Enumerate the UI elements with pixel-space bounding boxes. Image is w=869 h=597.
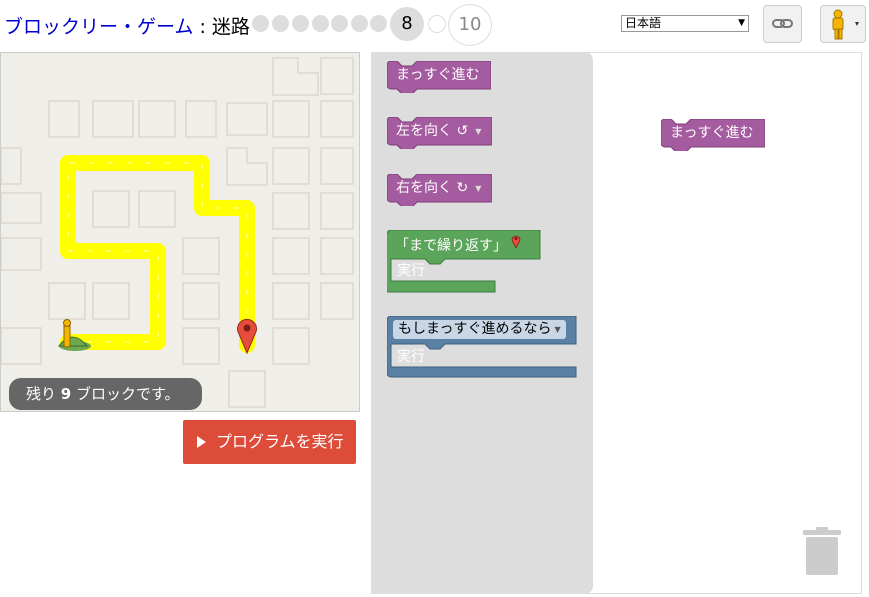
language-select[interactable]: 日本語 ▼ xyxy=(621,15,749,32)
level-5-dot[interactable] xyxy=(331,15,348,32)
if-path-label: もしまっすぐ進めるなら xyxy=(398,321,552,337)
workspace-block-move-forward[interactable]: まっすぐ進む xyxy=(661,119,765,151)
title-separator: : xyxy=(193,16,212,38)
pegman-button[interactable] xyxy=(820,5,866,43)
level-3-dot[interactable] xyxy=(292,15,309,32)
chevron-down-icon: ▼ xyxy=(475,127,482,136)
turn-left-label: 左を向く ↺ xyxy=(396,123,469,139)
level-6-dot[interactable] xyxy=(351,15,368,32)
trash-icon xyxy=(803,527,841,575)
capacity-badge: 残り 9 ブロックです。 xyxy=(9,378,202,410)
maze-board xyxy=(0,52,360,412)
level-1-dot[interactable] xyxy=(252,15,269,32)
toolbox-block-turn-left[interactable]: 左を向く ↺ ▼ xyxy=(387,117,492,149)
chevron-down-icon: ▼ xyxy=(475,184,482,193)
run-program-button[interactable]: プログラムを実行 xyxy=(183,420,356,464)
link-icon xyxy=(772,19,793,28)
capacity-suffix: ブロックです。 xyxy=(71,385,180,403)
capacity-prefix: 残り xyxy=(26,385,61,403)
level-last[interactable]: 10 xyxy=(448,4,492,46)
repeat-do-label: 実行 xyxy=(397,263,425,279)
title-link[interactable]: ブロックリー・ゲーム xyxy=(4,16,193,38)
if-path-dropdown[interactable]: もしまっすぐ進めるなら ▼ xyxy=(393,320,566,339)
language-value: 日本語 xyxy=(625,16,662,30)
play-icon xyxy=(197,436,206,448)
block-label: まっすぐ進む xyxy=(396,67,480,83)
turn-dropdown[interactable]: ▼ xyxy=(470,179,483,198)
run-button-label: プログラムを実行 xyxy=(216,432,344,451)
toolbox-block-repeat-until[interactable]: 「まで繰り返す」 実行 xyxy=(387,230,541,294)
toolbox-block-turn-right[interactable]: 右を向く ↻ ▼ xyxy=(387,174,492,206)
maze-svg xyxy=(1,57,354,408)
turn-dropdown[interactable]: ▼ xyxy=(470,122,483,141)
chevron-down-icon: ▼ xyxy=(738,18,745,28)
trash-can[interactable] xyxy=(802,527,842,581)
turn-right-label: 右を向く ↻ xyxy=(396,180,469,196)
maze-background-tiles xyxy=(1,57,354,408)
block-label: まっすぐ進む xyxy=(670,125,754,141)
block-content: 左を向く ↺ ▼ xyxy=(387,117,483,149)
chevron-down-icon: ▼ xyxy=(554,325,561,334)
level-4-dot[interactable] xyxy=(312,15,329,32)
toolbox-block-if-path[interactable]: もしまっすぐ進めるなら ▼ 実行 xyxy=(387,316,577,380)
toolbox-block-move-forward[interactable]: まっすぐ進む xyxy=(387,61,491,93)
block-content: 「まで繰り返す」 xyxy=(395,234,521,257)
level-2-dot[interactable] xyxy=(272,15,289,32)
if-do-label: 実行 xyxy=(397,349,425,365)
level-current[interactable]: 8 xyxy=(390,7,424,41)
goal-marker-icon xyxy=(512,235,521,249)
repeat-until-label: 「まで繰り返す」 xyxy=(395,238,507,254)
link-button[interactable] xyxy=(763,5,802,43)
block-content: 右を向く ↻ ▼ xyxy=(387,174,483,206)
title-page: 迷路 xyxy=(211,16,250,38)
page-title: ブロックリー・ゲーム : 迷路 xyxy=(4,12,250,39)
block-content: もしまっすぐ進めるなら ▼ xyxy=(391,320,566,339)
level-9-dot[interactable] xyxy=(428,15,446,33)
capacity-number: 9 xyxy=(60,385,72,403)
level-7-dot[interactable] xyxy=(370,15,387,32)
pegman-icon xyxy=(832,9,859,40)
